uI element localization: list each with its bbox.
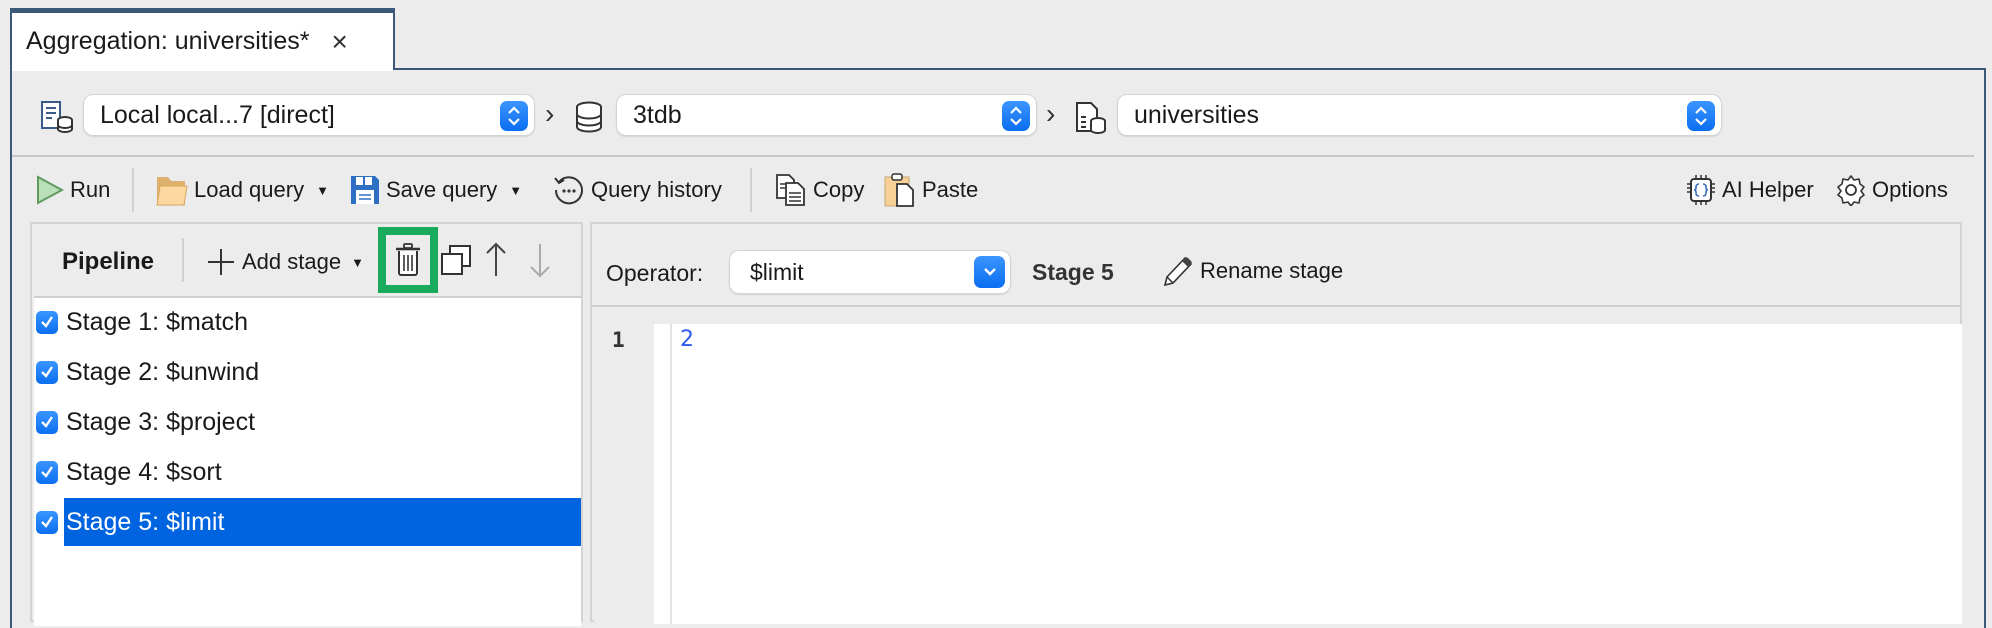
copy-label: Copy [813, 177, 865, 202]
load-query-label: Load query [194, 177, 305, 202]
fold-margin [654, 324, 672, 624]
paste-label: Paste [922, 177, 979, 202]
pencil-icon [1163, 256, 1193, 287]
run-button[interactable]: Run [36, 172, 110, 208]
code-editor[interactable]: 1 2 [594, 324, 1962, 624]
updown-icon [1687, 101, 1715, 131]
tab-title: Aggregation: universities* [26, 27, 310, 55]
checkmark-icon [41, 366, 53, 378]
add-stage-button[interactable]: Add stage ▼ [206, 244, 364, 280]
folder-icon [156, 177, 188, 206]
play-icon [37, 175, 64, 205]
paste-button[interactable]: Paste [884, 172, 978, 208]
collection-select[interactable]: universities [1118, 95, 1721, 135]
delete-stage-button[interactable] [378, 227, 438, 293]
chevron-down-icon [974, 256, 1005, 288]
arrow-down-icon [530, 244, 550, 278]
options-button[interactable]: Options [1836, 172, 1948, 208]
dropdown-arrow-icon: ▼ [316, 182, 329, 198]
stage-item-selected[interactable]: Stage 5: $limit [34, 498, 581, 546]
dropdown-arrow-icon: ▼ [351, 254, 364, 270]
rename-stage-label: Rename stage [1200, 258, 1344, 283]
operator-value: $limit [750, 258, 804, 285]
operator-label: Operator: [606, 260, 704, 286]
ai-helper-label: AI Helper [1722, 177, 1814, 202]
stage-checkbox[interactable] [36, 410, 58, 434]
divider [12, 155, 1974, 157]
copy-icon [776, 174, 805, 206]
close-icon[interactable]: × [332, 26, 348, 58]
ai-chip-icon [1687, 175, 1715, 205]
rename-stage-button[interactable]: Rename stage [1162, 254, 1343, 288]
collection-icon [1075, 101, 1107, 140]
arrow-up-icon [486, 242, 506, 276]
server-select[interactable]: Local local...7 [direct] [84, 95, 534, 135]
stage-label: Stage 3: $project [66, 407, 256, 436]
trash-icon [396, 243, 420, 276]
add-stage-label: Add stage [242, 249, 342, 274]
stage-item[interactable]: Stage 1: $match [34, 298, 581, 346]
move-up-button[interactable] [484, 242, 508, 283]
stage-item[interactable]: Stage 3: $project [34, 398, 581, 446]
divider [592, 305, 1960, 307]
database-value: 3tdb [633, 100, 682, 129]
server-icon [40, 100, 74, 139]
tab-aggregation[interactable]: Aggregation: universities* × [10, 8, 395, 70]
tab-joint [12, 68, 393, 71]
stage-label: Stage 4: $sort [66, 457, 222, 486]
move-down-button[interactable] [528, 242, 552, 283]
stage-item[interactable]: Stage 2: $unwind [34, 348, 581, 396]
duplicate-icon [441, 245, 471, 275]
updown-icon [500, 101, 528, 131]
query-history-label: Query history [591, 177, 722, 202]
stage-checkbox[interactable] [36, 360, 58, 384]
paste-icon [884, 173, 914, 207]
query-history-button[interactable]: Query history [553, 172, 722, 208]
save-query-button[interactable]: Save query ▼ [350, 172, 522, 208]
updown-icon [1002, 101, 1030, 131]
stage-editor-panel: Operator: $limit Stage 5 Rename stage 1 … [590, 222, 1962, 624]
run-label: Run [70, 177, 111, 202]
database-select[interactable]: 3tdb [617, 95, 1036, 135]
pipeline-panel: Pipeline Add stage ▼ Stage 1: $match Sta… [30, 222, 583, 626]
save-query-label: Save query [386, 177, 498, 202]
toolbar-separator [182, 238, 184, 282]
stage-label: Stage 5: $limit [64, 498, 581, 546]
toolbar-separator [132, 168, 134, 212]
pipeline-title: Pipeline [62, 248, 155, 275]
floppy-disk-icon [351, 176, 379, 204]
collection-value: universities [1134, 100, 1260, 129]
dropdown-arrow-icon: ▼ [509, 182, 523, 198]
options-label: Options [1872, 177, 1948, 202]
stage-label: Stage 1: $match [66, 307, 249, 336]
history-icon [554, 176, 583, 205]
checkmark-icon [41, 466, 53, 478]
database-icon [574, 101, 604, 138]
stage-label: Stage 2: $unwind [66, 357, 260, 386]
line-gutter: 1 [594, 324, 654, 624]
duplicate-stage-button[interactable] [440, 244, 474, 283]
breadcrumb-chevron-icon: › [1046, 98, 1056, 129]
load-query-button[interactable]: Load query ▼ [156, 172, 329, 208]
code-line[interactable]: 2 [680, 327, 694, 352]
plus-icon [208, 249, 234, 275]
stage-checkbox[interactable] [36, 310, 58, 334]
checkmark-icon [41, 316, 53, 328]
gear-icon [1837, 175, 1865, 206]
toolbar-separator [750, 168, 752, 212]
stage-checkbox[interactable] [36, 510, 58, 534]
line-number: 1 [612, 328, 625, 352]
stage-item[interactable]: Stage 4: $sort [34, 448, 581, 496]
stage-checkbox[interactable] [36, 460, 58, 484]
checkmark-icon [41, 416, 53, 428]
ai-helper-button[interactable]: AI Helper [1686, 172, 1814, 208]
checkmark-icon [41, 516, 53, 528]
operator-select[interactable]: $limit [730, 251, 1010, 293]
server-value: Local local...7 [direct] [100, 100, 335, 129]
stage-list: Stage 1: $match Stage 2: $unwind Stage 3… [34, 296, 581, 626]
stage-name: Stage 5 [1032, 259, 1114, 285]
copy-button[interactable]: Copy [775, 172, 864, 208]
breadcrumb-chevron-icon: › [545, 98, 555, 129]
